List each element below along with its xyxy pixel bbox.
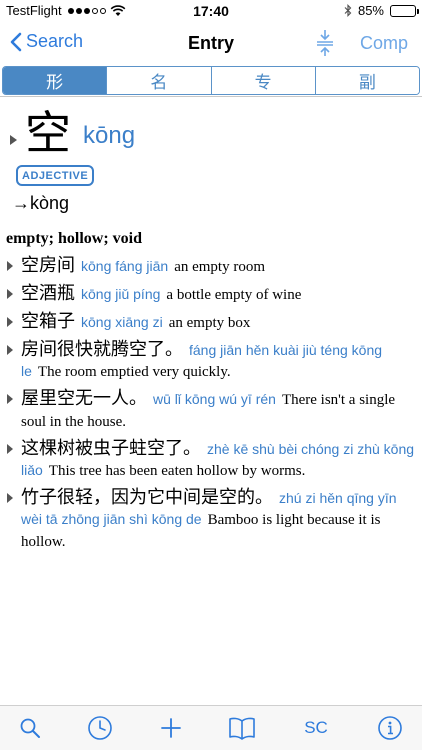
expand-triangle-icon <box>7 261 13 271</box>
toolbar-info-button[interactable] <box>376 714 404 742</box>
expand-triangle-icon <box>7 289 13 299</box>
toolbar-flashcards-button[interactable] <box>228 714 256 742</box>
headword-pinyin: kōng <box>83 122 136 149</box>
collapse-arrows-icon[interactable] <box>312 28 338 58</box>
battery-percent: 85% <box>357 3 384 18</box>
toolbar-script-toggle-button[interactable]: SC <box>302 714 330 742</box>
battery-icon <box>390 4 419 17</box>
bottom-toolbar: SC <box>0 705 422 750</box>
example-item[interactable]: 屋里空无一人。 wū lǐ kōng wú yī rén There isn't a… <box>6 388 416 433</box>
part-of-speech-badge: ADJECTIVE <box>16 165 95 186</box>
example-english: The room emptied very quickly. <box>37 364 231 380</box>
tab-noun[interactable]: 名 <box>106 67 211 94</box>
example-chinese: 空酒瓶 <box>21 283 75 304</box>
status-bar: TestFlight 17:40 85% <box>0 0 422 22</box>
search-icon <box>20 718 40 738</box>
example-item[interactable]: 房间很快就腾空了。 fáng jiān hěn kuài jiù téng kōn… <box>6 339 416 383</box>
tab-adjective[interactable]: 形 <box>3 67 107 94</box>
play-audio-icon[interactable] <box>10 135 17 145</box>
status-right: 85% <box>344 3 419 18</box>
toolbar-search-button[interactable] <box>16 714 44 742</box>
example-item[interactable]: 空酒瓶 kōng jiǔ píng a bottle empty of wine <box>6 283 416 306</box>
expand-triangle-icon <box>7 317 13 327</box>
toolbar-history-button[interactable] <box>86 714 114 742</box>
example-pinyin: wū lǐ kōng wú yī rén <box>153 391 276 407</box>
definition: empty; hollow; void <box>6 230 142 247</box>
history-clock-icon <box>88 716 112 740</box>
tab-adverb[interactable]: 副 <box>314 67 419 94</box>
example-chinese: 空箱子 <box>21 311 75 332</box>
expand-triangle-icon <box>7 444 13 454</box>
example-english: an empty room <box>174 259 266 275</box>
entry-content: 空 kōng ADJECTIVE →kòng empty; hollow; vo… <box>0 97 422 704</box>
compare-button[interactable]: Comp <box>360 33 408 54</box>
headword-row[interactable]: 空 kōng <box>10 107 135 159</box>
part-of-speech-tabs: 形 名 专 副 <box>2 66 420 95</box>
add-plus-icon <box>161 718 181 738</box>
example-chinese: 这棵树被虫子蛀空了。 <box>21 438 201 459</box>
headword-character: 空 <box>25 106 71 160</box>
example-chinese: 房间很快就腾空了。 <box>21 339 183 360</box>
expand-triangle-icon <box>7 394 13 404</box>
example-pinyin: kōng jiǔ píng <box>81 286 161 302</box>
variant-reading-link[interactable]: →kòng <box>12 193 69 214</box>
toolbar-add-button[interactable] <box>157 714 185 742</box>
example-item[interactable]: 这棵树被虫子蛀空了。 zhè kē shù bèi chóng zi zhù kō… <box>6 438 416 482</box>
example-chinese: 屋里空无一人。 <box>21 388 147 409</box>
bluetooth-icon <box>344 4 352 17</box>
examples-list: 空房间 kōng fáng jiān an empty room 空酒瓶 kōng j… <box>6 255 416 558</box>
expand-triangle-icon <box>7 493 13 503</box>
tab-proper-noun[interactable]: 专 <box>210 67 315 94</box>
example-item[interactable]: 空房间 kōng fáng jiān an empty room <box>6 255 416 278</box>
book-icon <box>229 717 255 740</box>
example-pinyin: kōng xiāng zi <box>81 314 163 330</box>
example-item[interactable]: 竹子很轻，因为它中间是空的。 zhú zi hěn qīng yīn wèi tā… <box>6 487 416 553</box>
example-pinyin: kōng fáng jiān <box>81 258 169 274</box>
page-title: Entry <box>187 33 234 53</box>
example-chinese: 竹子很轻，因为它中间是空的。 <box>21 487 273 508</box>
example-english: a bottle empty of wine <box>166 287 302 303</box>
example-chinese: 空房间 <box>21 255 75 276</box>
example-english: an empty box <box>168 315 251 331</box>
example-english: This tree has been eaten hollow by worms… <box>48 463 306 479</box>
info-icon <box>378 716 402 740</box>
expand-triangle-icon <box>7 345 13 355</box>
example-item[interactable]: 空箱子 kōng xiāng zi an empty box <box>6 311 416 334</box>
navigation-bar: Search Entry Comp <box>0 22 422 66</box>
